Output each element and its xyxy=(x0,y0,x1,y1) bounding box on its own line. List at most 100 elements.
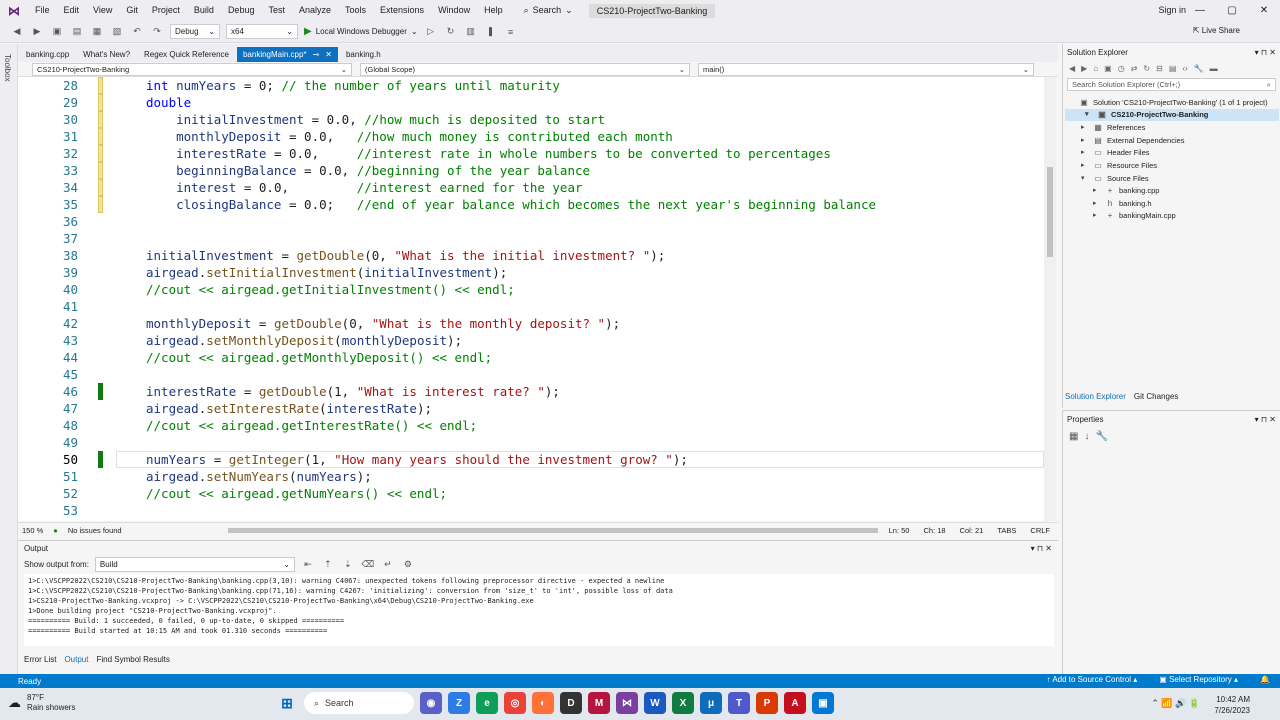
tree-file-bankingmain-cpp[interactable]: ▸ + bankingMain.cpp xyxy=(1093,210,1176,222)
diagnostics-icon[interactable]: ▥ xyxy=(464,25,478,39)
chrome-icon[interactable]: ◎ xyxy=(504,692,526,714)
code-line[interactable]: //cout << airgead.getInitialInvestment()… xyxy=(146,281,515,298)
minimize-icon[interactable]: — xyxy=(1184,0,1216,21)
sync-icon[interactable]: ⇄ xyxy=(1131,64,1138,73)
menu-tools[interactable]: Tools xyxy=(338,0,373,21)
collapse-all-icon[interactable]: ⊟ xyxy=(1156,64,1163,73)
code-line[interactable]: interestRate = 0.0, //interest rate in w… xyxy=(146,145,831,162)
expand-icon[interactable]: ▸ xyxy=(1093,185,1101,197)
tab-banking-h[interactable]: banking.h xyxy=(340,47,387,62)
maximize-icon[interactable]: ▢ xyxy=(1216,0,1248,21)
zoom-icon[interactable]: Z xyxy=(448,692,470,714)
mu-icon[interactable]: μ xyxy=(700,692,722,714)
redo-icon[interactable]: ↷ xyxy=(150,25,164,39)
forward-icon[interactable]: ▶ xyxy=(1081,64,1087,73)
code-icon[interactable]: ‹› xyxy=(1182,64,1187,73)
tab-what-s-new-[interactable]: What's New? xyxy=(77,47,136,62)
powerpoint-icon[interactable]: P xyxy=(756,692,778,714)
expand-icon[interactable]: ▸ xyxy=(1081,122,1089,134)
tree-node-header-files[interactable]: ▸ ▭ Header Files xyxy=(1081,147,1150,159)
menu-help[interactable]: Help xyxy=(477,0,510,21)
firefox-icon[interactable]: ◐ xyxy=(532,692,554,714)
teams-icon[interactable]: T xyxy=(728,692,750,714)
preview-icon[interactable]: ▬ xyxy=(1210,64,1218,73)
alphabetical-icon[interactable]: ↓ xyxy=(1084,431,1089,442)
tree-node-resource-files[interactable]: ▸ ▭ Resource Files xyxy=(1081,160,1157,172)
code-line[interactable]: monthlyDeposit = 0.0, //how much money i… xyxy=(146,128,673,145)
back-icon[interactable]: ◀ xyxy=(1069,64,1075,73)
windows-start-icon[interactable]: ⊞ xyxy=(276,692,298,714)
indent-mode[interactable]: TABS xyxy=(997,526,1016,535)
tree-solution[interactable]: ▣ Solution 'CS210-ProjectTwo-Banking' (1 … xyxy=(1067,97,1267,109)
tree-node-source-files[interactable]: ▾ ▭ Source Files xyxy=(1081,173,1149,185)
tree-node-external-dependencies[interactable]: ▸ ▤ External Dependencies xyxy=(1081,135,1185,147)
switch-views-icon[interactable]: ▣ xyxy=(1104,64,1112,73)
word-wrap-icon[interactable]: ↵ xyxy=(381,558,395,572)
code-line[interactable]: airgead.setInitialInvestment(initialInve… xyxy=(146,264,507,281)
menu-git[interactable]: Git xyxy=(119,0,145,21)
code-line[interactable]: airgead.setNumYears(numYears); xyxy=(146,468,372,485)
menu-test[interactable]: Test xyxy=(261,0,292,21)
tab-solution-explorer[interactable]: Solution Explorer xyxy=(1065,392,1126,401)
dell-icon[interactable]: D xyxy=(560,692,582,714)
scope-combo[interactable]: (Global Scope) ⌄ xyxy=(360,62,690,76)
hot-reload-icon[interactable]: ↻ xyxy=(444,25,458,39)
live-share-button[interactable]: ⇱ Live Share xyxy=(1193,26,1240,35)
refresh-icon[interactable]: ↻ xyxy=(1143,64,1150,73)
find-message-icon[interactable]: ⇤ xyxy=(301,558,315,572)
source-control-button[interactable]: ↑ Add to Source Control ▴ xyxy=(1047,675,1138,684)
expand-icon[interactable]: ▸ xyxy=(1081,160,1089,172)
editor-vertical-scrollbar[interactable] xyxy=(1044,77,1056,521)
taskbar-clock[interactable]: 10:42 AM 7/26/2023 xyxy=(1214,694,1250,716)
code-line[interactable]: numYears = getInteger(1, "How many years… xyxy=(146,451,688,468)
project-combo[interactable]: CS210-ProjectTwo-Banking ⌄ xyxy=(32,62,352,76)
forward-icon[interactable]: ▶ xyxy=(30,25,44,39)
save-icon[interactable]: ▦ xyxy=(90,25,104,39)
tree-project[interactable]: ▾ ▣ CS210-ProjectTwo-Banking xyxy=(1065,109,1279,121)
close-icon[interactable]: ✕ xyxy=(1269,48,1276,57)
menu-analyze[interactable]: Analyze xyxy=(292,0,338,21)
tree-file-banking-h[interactable]: ▸ h banking.h xyxy=(1093,198,1152,210)
editor-horizontal-scrollbar[interactable] xyxy=(228,528,878,533)
code-line[interactable]: airgead.setInterestRate(interestRate); xyxy=(146,400,432,417)
edge-icon[interactable]: e xyxy=(476,692,498,714)
code-editor[interactable]: 28 29 30 31 32 33 34 35 36 37 38 39 40 41 42 43 44 45 46 47… xyxy=(18,77,1056,521)
output-source-select[interactable]: Build ⌄ xyxy=(94,557,295,572)
configuration-select[interactable]: Debug ⌄ xyxy=(170,24,220,39)
next-message-icon[interactable]: ⇣ xyxy=(341,558,355,572)
app-icon[interactable]: ▣ xyxy=(812,692,834,714)
menu-window[interactable]: Window xyxy=(431,0,477,21)
undo-icon[interactable]: ↶ xyxy=(130,25,144,39)
collapse-icon[interactable]: ▾ xyxy=(1085,109,1093,121)
open-icon[interactable]: ▤ xyxy=(70,25,84,39)
platform-select[interactable]: x64 ⌄ xyxy=(226,24,298,39)
scrollbar-thumb[interactable] xyxy=(1047,167,1053,257)
code-line[interactable]: closingBalance = 0.0; //end of year bala… xyxy=(146,196,876,213)
categorized-icon[interactable]: ▦ xyxy=(1069,431,1078,442)
member-combo[interactable]: main() ⌄ xyxy=(698,62,1034,76)
select-repository-button[interactable]: ▣ Select Repository ▴ xyxy=(1159,675,1238,684)
code-line[interactable]: initialInvestment = getDouble(0, "What i… xyxy=(146,247,665,264)
pin-icon[interactable]: ⊸ xyxy=(313,50,320,59)
close-icon[interactable]: ✕ xyxy=(325,50,332,59)
menu-edit[interactable]: Edit xyxy=(57,0,87,21)
sign-in-link[interactable]: Sign in xyxy=(1158,5,1186,15)
expand-icon[interactable]: ▸ xyxy=(1081,147,1089,159)
close-icon[interactable]: ✕ xyxy=(1248,0,1280,21)
code-line[interactable]: airgead.setMonthlyDeposit(monthlyDeposit… xyxy=(146,332,462,349)
properties-icon[interactable]: 🔧 xyxy=(1194,64,1204,73)
code-line[interactable]: //cout << airgead.getNumYears() << endl; xyxy=(146,485,447,502)
notifications-icon[interactable]: 🔔 xyxy=(1260,675,1270,684)
tab-bankingmain-cpp-[interactable]: bankingMain.cpp* ⊸ ✕ xyxy=(236,47,338,62)
menu-build[interactable]: Build xyxy=(187,0,221,21)
menu-project[interactable]: Project xyxy=(145,0,187,21)
line-ending[interactable]: CRLF xyxy=(1030,526,1050,535)
code-line[interactable]: interestRate = getDouble(1, "What is int… xyxy=(146,383,560,400)
code-line[interactable]: initialInvestment = 0.0, //how much is d… xyxy=(146,111,605,128)
output-tab-find-symbol-results[interactable]: Find Symbol Results xyxy=(96,655,169,669)
system-tray[interactable]: ⌃ 📶 🔊 🔋 xyxy=(1151,698,1200,709)
history-icon[interactable]: ◷ xyxy=(1118,64,1125,73)
code-line[interactable]: //cout << airgead.getMonthlyDeposit() <<… xyxy=(146,349,492,366)
bookmark-icon[interactable]: ❚ xyxy=(484,25,498,39)
word-icon[interactable]: W xyxy=(644,692,666,714)
